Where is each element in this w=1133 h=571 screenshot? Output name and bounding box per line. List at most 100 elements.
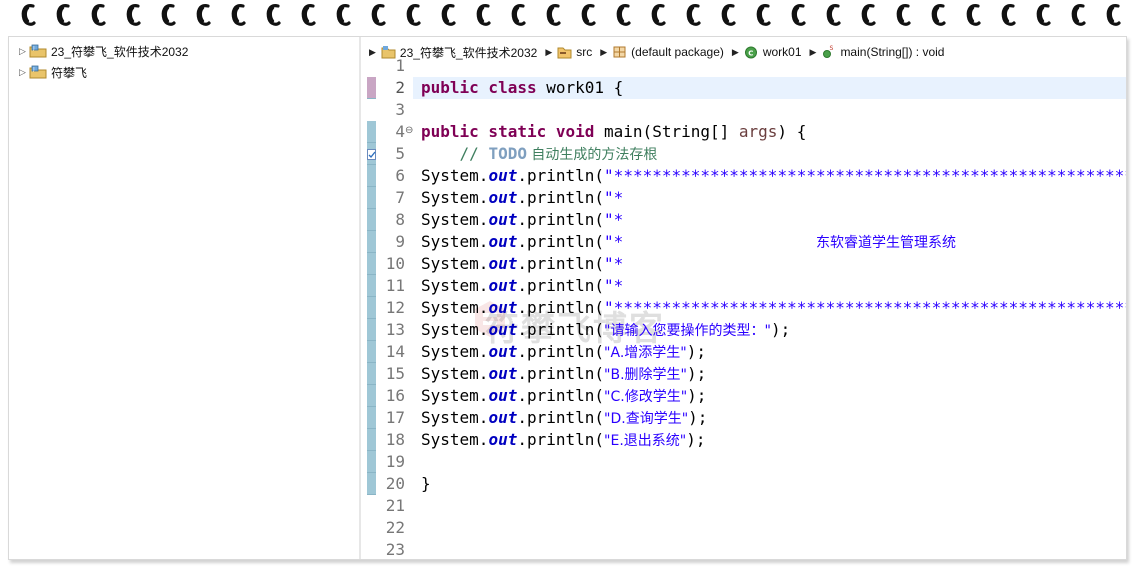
code-text: System.	[421, 254, 489, 273]
binding-ring-icon	[650, 2, 668, 28]
expand-arrow-icon[interactable]: ▷	[19, 67, 29, 78]
tree-item-project-1[interactable]: ▷ J 23_符攀飞_软件技术2032	[19, 41, 188, 61]
binding-ring-icon	[370, 2, 388, 28]
binding-ring-icon	[1035, 2, 1053, 28]
line-number: 2	[395, 78, 405, 97]
code-text: System.	[421, 320, 489, 339]
line-number: 8	[395, 210, 405, 229]
svg-text:C: C	[748, 50, 753, 58]
field-out: out	[488, 320, 518, 339]
code-line-8: System.out.println("* *	[421, 209, 1126, 231]
line-number: 12	[385, 298, 405, 317]
code-text: System.	[421, 210, 489, 229]
project-explorer: ▷ J 23_符攀飞_软件技术2032 ▷ J 符攀飞	[9, 37, 359, 559]
field-out: out	[488, 408, 518, 427]
code-line-9: System.out.println("* 东软睿道学生管理系统 *	[421, 231, 1126, 254]
task-marker-icon[interactable]	[367, 148, 377, 160]
string-literal: "A.增添学生"	[604, 345, 687, 361]
binding-ring-icon	[195, 2, 213, 28]
code-line-14: System.out.println("A.增添学生");	[421, 341, 706, 364]
todo-tag: TODO	[488, 144, 527, 163]
string-literal: "***************************************…	[604, 298, 1126, 317]
binding-ring-icon	[510, 2, 528, 28]
keyword: public class	[421, 78, 537, 97]
field-out: out	[488, 364, 518, 383]
string-literal: "C.修改学生"	[604, 389, 688, 405]
method-icon: S	[821, 45, 836, 59]
code-text: );	[686, 342, 706, 361]
code-text: }	[421, 474, 431, 493]
code-text: .println(	[517, 430, 605, 449]
binding-ring-icon	[55, 2, 73, 28]
line-number: 18	[385, 430, 405, 449]
code-area[interactable]: 符攀飞博客 public class work01 { public stati…	[413, 63, 1126, 559]
breadcrumb-item-class[interactable]: ▶ C work01	[732, 45, 802, 59]
comment: //	[421, 144, 489, 163]
field-out: out	[488, 188, 518, 207]
breadcrumb-arrow-icon: ▶	[809, 46, 817, 57]
code-text: );	[688, 408, 708, 427]
string-literal: 东软睿道学生管理系统	[815, 235, 956, 251]
source-folder-icon	[557, 45, 572, 59]
parameter: args	[738, 122, 778, 141]
string-literal: "* *	[604, 210, 624, 229]
code-text: .println(	[517, 386, 605, 405]
line-number: 22	[385, 518, 405, 537]
binding-ring-icon	[1070, 2, 1088, 28]
string-literal: "E.退出系统"	[604, 433, 687, 449]
code-line-7: System.out.println("* *	[421, 187, 1126, 209]
binding-ring-icon	[1000, 2, 1018, 28]
field-out: out	[488, 386, 518, 405]
binding-ring-icon	[825, 2, 843, 28]
breadcrumb-label: (default package)	[631, 45, 724, 59]
string-literal: "请输入您要操作的类型："	[604, 323, 771, 339]
code-text: main(String[]	[594, 122, 739, 141]
code-text: work01 {	[536, 78, 624, 97]
keyword: public static void	[421, 122, 595, 141]
binding-ring-icon	[125, 2, 143, 28]
line-number: 17	[385, 408, 405, 427]
code-text: System.	[421, 364, 489, 383]
tree-item-label: 23_符攀飞_软件技术2032	[51, 44, 189, 59]
tree-item-label: 符攀飞	[51, 65, 88, 80]
line-number: 16	[385, 386, 405, 405]
code-line-5: // TODO 自动生成的方法存根	[421, 143, 658, 166]
tree-item-project-2[interactable]: ▷ J 符攀飞	[19, 62, 87, 82]
code-text: System.	[421, 298, 489, 317]
code-text: System.	[421, 276, 489, 295]
code-text: .println(	[517, 342, 605, 361]
code-text: );	[687, 386, 707, 405]
field-out: out	[488, 298, 518, 317]
code-text: System.	[421, 430, 489, 449]
svg-text:J: J	[32, 66, 34, 72]
field-out: out	[488, 342, 518, 361]
code-line-11: System.out.println("* *	[421, 275, 1126, 297]
line-number: 6	[395, 166, 405, 185]
expand-arrow-icon[interactable]: ▷	[19, 46, 29, 57]
code-text: .println(	[517, 166, 605, 185]
string-literal: "*	[604, 232, 816, 251]
string-literal: "***************************************…	[604, 166, 1126, 185]
breadcrumb-item-package[interactable]: ▶ (default package)	[600, 45, 724, 59]
code-line-20: }	[421, 473, 431, 495]
field-out: out	[488, 232, 518, 251]
code-editor[interactable]: 1 2 3 4 5 6 7 8 9 10 11 12 13 14 15 16 17 18 19 20 21 22 23 ⊖ 符…	[361, 56, 1126, 559]
field-out: out	[488, 276, 518, 295]
breadcrumb-item-src[interactable]: ▶ src	[545, 45, 592, 59]
string-literal: "D.查询学生"	[604, 411, 689, 427]
binding-ring-icon	[965, 2, 983, 28]
binding-ring-icon	[265, 2, 283, 28]
string-literal: "* *	[604, 188, 624, 207]
code-text: System.	[421, 342, 489, 361]
binding-ring-icon	[300, 2, 318, 28]
code-line-17: System.out.println("D.查询学生");	[421, 407, 707, 430]
code-text: .println(	[517, 188, 605, 207]
line-number: 20	[385, 474, 405, 493]
binding-ring-icon	[230, 2, 248, 28]
binding-ring-icon	[475, 2, 493, 28]
breadcrumb-item-method[interactable]: ▶ S main(String[]) : void	[810, 45, 945, 59]
breadcrumb-label: main(String[]) : void	[840, 45, 945, 59]
string-literal: "B.删除学生"	[604, 367, 687, 383]
code-line-18: System.out.println("E.退出系统");	[421, 429, 706, 452]
breadcrumb-label: work01	[762, 45, 802, 59]
